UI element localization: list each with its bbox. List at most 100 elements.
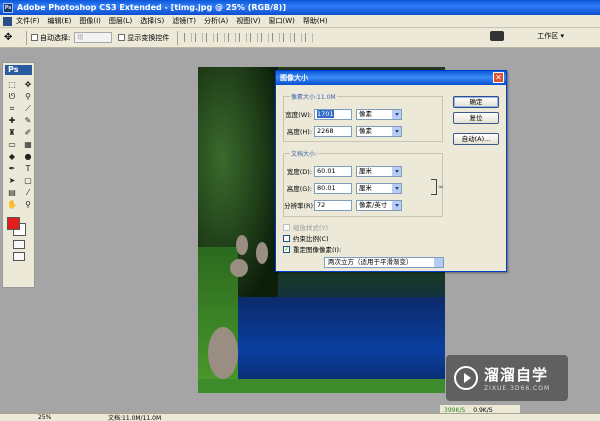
resolution-row: 分辨率(R): 72 像素/英寸 — [284, 199, 402, 211]
menu-view[interactable]: 视图(V) — [236, 16, 260, 26]
pixel-dimensions-label: 像素大小:11.0M — [290, 92, 337, 101]
menu-layer[interactable]: 图层(L) — [109, 16, 132, 26]
path-select-icon[interactable]: ➤ — [5, 175, 19, 186]
doc-width-unit-select[interactable]: 厘米 — [356, 165, 402, 177]
dialog-close-icon[interactable]: ✕ — [493, 72, 504, 83]
distribute-hcenter-icon[interactable] — [294, 33, 303, 42]
distribute-right-icon[interactable] — [305, 33, 314, 42]
screen-mode-icon[interactable] — [12, 252, 25, 261]
menu-window[interactable]: 窗口(W) — [268, 16, 294, 26]
align-vcenter-icon[interactable] — [195, 33, 204, 42]
toolbox-panel: Ps ⬚ ✥ ᘎ ⚲ ⌗ ⟋ ✚ ✎ ♜ ✐ ▭ ▦ ◆ ● ✒ T ➤ ▢ ▤… — [2, 62, 35, 288]
lasso-tool-icon[interactable]: ᘎ — [5, 91, 19, 102]
distribute-top-icon[interactable] — [250, 33, 259, 42]
hand-tool-icon[interactable]: ✋ — [5, 199, 19, 210]
ok-button[interactable]: 确定 — [453, 96, 499, 108]
pixel-height-unit-select[interactable]: 像素 — [356, 125, 402, 137]
type-tool-icon[interactable]: T — [21, 163, 35, 174]
brush-tool-icon[interactable]: ✎ — [21, 115, 35, 126]
resample-label: 重定图像像素(I): — [293, 246, 342, 254]
options-separator — [177, 30, 179, 45]
auto-select-dropdown[interactable]: 组 — [74, 32, 113, 43]
menu-analysis[interactable]: 分析(A) — [204, 16, 228, 26]
document-size-label: 文档大小: — [290, 149, 319, 158]
scale-styles-checkbox[interactable] — [283, 223, 290, 231]
menu-file[interactable]: 文件(F) — [16, 16, 40, 26]
distribute-vcenter-icon[interactable] — [261, 33, 270, 42]
doc-height-unit-select[interactable]: 厘米 — [356, 182, 402, 194]
clone-stamp-icon[interactable]: ♜ — [5, 127, 19, 138]
menu-filter[interactable]: 滤镜(T) — [172, 16, 196, 26]
document-info[interactable]: 文档:11.0M/11.0M — [108, 413, 161, 421]
move-tool-icon[interactable]: ✥ — [4, 31, 22, 45]
align-left-icon[interactable] — [217, 33, 226, 42]
healing-brush-icon[interactable]: ✚ — [5, 115, 19, 126]
pixel-height-input[interactable]: 2268 — [314, 125, 352, 137]
foreground-color-swatch[interactable] — [7, 217, 20, 230]
pixel-width-input[interactable]: 1701 — [314, 108, 352, 120]
document-size-group: 文档大小: 宽度(D): 60.01 厘米 高度(G): 80.01 厘米 分辨… — [283, 149, 443, 217]
resample-method-select[interactable]: 两次立方（适用于平滑渐变） — [324, 257, 444, 268]
constrain-proportions-row: 约束比例(C) — [283, 233, 329, 243]
resample-checkbox[interactable]: ✓ — [283, 245, 290, 253]
reset-button[interactable]: 复位 — [453, 112, 499, 124]
magic-wand-icon[interactable]: ⚲ — [21, 91, 35, 102]
dodge-tool-icon[interactable]: ● — [21, 151, 35, 162]
eyedropper-icon[interactable]: ⁄ — [21, 187, 35, 198]
site-watermark: 溜溜自学 ZIXUE.3D66.COM — [446, 355, 568, 401]
crop-tool-icon[interactable]: ⌗ — [5, 103, 19, 114]
doc-width-input[interactable]: 60.01 — [314, 165, 352, 177]
canvas-rock — [230, 259, 248, 277]
status-bar: 25% 文档:11.0M/11.0M — [0, 413, 600, 421]
history-brush-icon[interactable]: ✐ — [21, 127, 35, 138]
show-transform-checkbox[interactable] — [118, 34, 126, 41]
constrain-proportions-checkbox[interactable] — [283, 234, 290, 242]
quick-mask-icon[interactable] — [12, 240, 25, 249]
menu-select[interactable]: 选择(S) — [140, 16, 164, 26]
zoom-level[interactable]: 25% — [38, 414, 78, 421]
workspace-menu-button[interactable]: 工作区 ▾ — [537, 31, 564, 41]
align-hcenter-icon[interactable] — [228, 33, 237, 42]
eraser-tool-icon[interactable]: ▭ — [5, 139, 19, 150]
link-chain-icon: ∞ — [438, 183, 444, 191]
menu-edit[interactable]: 编辑(E) — [48, 16, 72, 26]
pen-tool-icon[interactable]: ✒ — [5, 163, 19, 174]
move-tool-icon[interactable]: ✥ — [21, 79, 35, 90]
doc-height-input[interactable]: 80.01 — [314, 182, 352, 194]
pixel-width-label: 宽度(W): — [285, 111, 312, 119]
canvas-rock — [208, 327, 238, 379]
resolution-input[interactable]: 72 — [314, 199, 352, 211]
resolution-unit-select[interactable]: 像素/英寸 — [356, 199, 402, 211]
window-title-bar: Ps Adobe Photoshop CS3 Extended - [timg.… — [0, 0, 600, 15]
play-logo-icon — [454, 366, 478, 390]
resolution-label: 分辨率(R): — [284, 202, 316, 210]
menu-image[interactable]: 图像(I) — [79, 16, 101, 26]
pixel-width-unit-select[interactable]: 像素 — [356, 108, 402, 120]
ps-menu-icon[interactable] — [3, 16, 12, 26]
align-top-icon[interactable] — [184, 33, 193, 42]
options-bar: ✥ 自动选择: 组 显示变换控件 工作区 ▾ — [0, 28, 600, 48]
slice-tool-icon[interactable]: ⟋ — [21, 103, 35, 114]
distribute-left-icon[interactable] — [283, 33, 292, 42]
canvas-rock — [256, 242, 268, 264]
shape-tool-icon[interactable]: ▢ — [21, 175, 35, 186]
options-separator — [26, 30, 27, 45]
photoshop-app-icon: Ps — [3, 2, 13, 13]
blur-tool-icon[interactable]: ◆ — [5, 151, 19, 162]
scale-styles-label: 缩放样式(Y) — [293, 224, 329, 232]
gradient-tool-icon[interactable]: ▦ — [21, 139, 35, 150]
notes-tool-icon[interactable]: ▤ — [5, 187, 19, 198]
align-bottom-icon[interactable] — [206, 33, 215, 42]
zoom-tool-icon[interactable]: ⚲ — [21, 199, 35, 210]
auto-select-checkbox[interactable] — [31, 34, 38, 41]
marquee-tool-icon[interactable]: ⬚ — [5, 79, 19, 90]
camera-icon[interactable] — [490, 31, 504, 41]
auto-button[interactable]: 自动(A)... — [453, 133, 499, 145]
window-title: Adobe Photoshop CS3 Extended - [timg.jpg… — [17, 3, 286, 12]
resample-row: ✓ 重定图像像素(I): — [283, 244, 341, 254]
watermark-text: 溜溜自学 ZIXUE.3D66.COM — [484, 364, 550, 392]
menu-help[interactable]: 帮助(H) — [303, 16, 328, 26]
align-right-icon[interactable] — [239, 33, 248, 42]
distribute-bottom-icon[interactable] — [272, 33, 281, 42]
show-transform-label: 显示变换控件 — [127, 33, 170, 42]
